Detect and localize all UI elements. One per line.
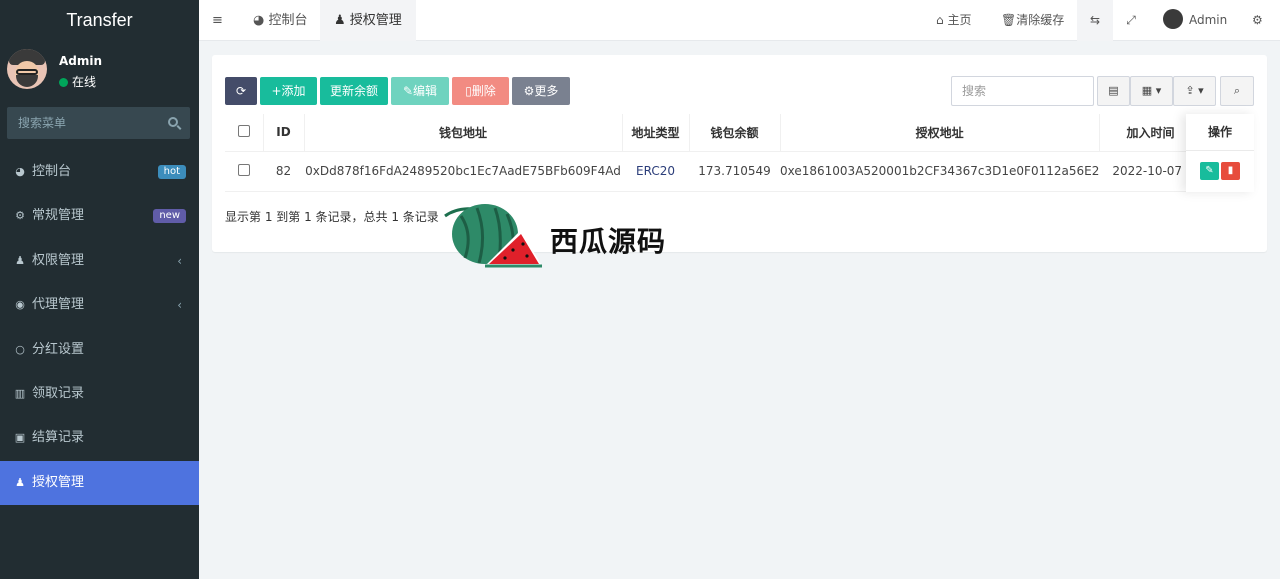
caret-down-icon: ▾ (1198, 84, 1204, 97)
row-edit-button[interactable]: ✎ (1200, 162, 1219, 180)
card-icon: ▣ (14, 431, 26, 445)
users-icon: ♟ (15, 253, 25, 267)
export-dropdown-button[interactable]: ⇪ ▾ (1173, 76, 1216, 106)
sidebar-item-agent[interactable]: ◉ 代理管理 ‹ (0, 283, 199, 327)
row-delete-button[interactable]: ▮ (1221, 162, 1240, 180)
sidebar-item-settlement[interactable]: ▣ 结算记录 (0, 416, 199, 460)
watermark-text: 西瓜源码 (550, 225, 667, 258)
col-auth[interactable]: 授权地址 (779, 114, 1100, 152)
fullscreen-icon[interactable]: ⤢ (1124, 0, 1138, 41)
home-link[interactable]: ⌂ 主页 (936, 0, 971, 41)
table-icon: ▤ (1108, 84, 1119, 97)
trash-icon: 🗑 (1001, 13, 1017, 27)
refresh-icon: ⟳ (235, 84, 247, 98)
cell-wallet: 0xDd878f16FdA2489520bc1Ec7AadE75BFb609F4… (304, 151, 622, 192)
select-all-checkbox[interactable] (237, 124, 250, 137)
row-select-cell (225, 151, 263, 192)
grid-icon: ▦ (1141, 84, 1153, 97)
cell-auth: 0xe1861003A520001b2CF34367c3D1e0F0112a56… (780, 151, 1100, 192)
update-balance-button[interactable]: 更新余额 (320, 77, 388, 105)
col-id[interactable]: ID (262, 114, 304, 152)
new-badge: new (153, 209, 186, 224)
row-checkbox[interactable] (238, 163, 250, 176)
trash-icon: ▮ (1227, 165, 1234, 176)
operations-column: 操作 ✎ ▮ (1186, 114, 1254, 192)
sidebar-item-authorization[interactable]: ♟ 授权管理 (0, 460, 199, 506)
trash-icon: ▯ (465, 84, 472, 98)
admin-avatar (1163, 9, 1183, 29)
top-navbar: ≡ ◕ 控制台 ♟ 授权管理 ⌂ 主页 🗑清除缓存 ⇆ ⤢ Admin ⚙ (199, 0, 1280, 41)
sidebar-search (7, 107, 190, 139)
col-balance[interactable]: 钱包余额 (688, 114, 780, 152)
edit-button[interactable]: ✎编辑 (391, 77, 449, 105)
export-icon: ⇪ (1185, 84, 1195, 97)
pencil-icon: ✎ (1205, 165, 1214, 176)
table-row[interactable]: 82 0xDd878f16FdA2489520bc1Ec7AadE75BFb60… (225, 151, 1202, 192)
search-icon[interactable] (168, 117, 178, 127)
watermelon-logo-icon (444, 204, 542, 268)
bar-chart-icon: ▥ (14, 386, 26, 400)
columns-dropdown-button[interactable]: ▦ ▾ (1130, 76, 1173, 106)
plus-icon: + (271, 84, 282, 98)
sidebar-item-general[interactable]: ⚙ 常规管理 new (0, 194, 199, 238)
select-all-cell (225, 114, 263, 152)
user-name: Admin (59, 54, 103, 68)
more-button[interactable]: ⚙更多 (512, 77, 570, 105)
clear-cache-button[interactable]: 🗑清除缓存 (1001, 0, 1064, 41)
tab-authorization[interactable]: ♟ 授权管理 (320, 0, 416, 41)
settings-gears-icon[interactable]: ⚙ (1252, 0, 1266, 41)
user-circle-icon: ◉ (15, 298, 25, 312)
refresh-button[interactable]: ⟳ (225, 77, 257, 105)
add-button[interactable]: +添加 (260, 77, 317, 105)
toggle-view-button[interactable]: ▤ (1097, 76, 1130, 106)
translate-icon[interactable]: ⇆ (1077, 0, 1113, 41)
col-operations: 操作 (1186, 114, 1254, 151)
advanced-search-button[interactable]: ⌕ (1220, 76, 1254, 106)
hot-badge: hot (157, 165, 186, 179)
user-panel: Admin 在线 (0, 41, 199, 101)
dashboard-icon: ◕ (253, 13, 269, 28)
dashboard-icon: ◕ (15, 165, 25, 178)
table-header-row: ID 钱包地址 地址类型 钱包余额 授权地址 加入时间 (225, 114, 1202, 152)
table-search-input[interactable] (951, 76, 1094, 106)
users-icon: ♟ (334, 13, 350, 28)
sidebar-item-permission[interactable]: ♟ 权限管理 ‹ (0, 239, 199, 283)
user-status: 在线 (59, 73, 96, 90)
admin-menu[interactable]: Admin (1163, 0, 1227, 41)
tab-dashboard[interactable]: ◕ 控制台 (239, 0, 322, 41)
avatar (7, 49, 47, 89)
col-wallet[interactable]: 钱包地址 (303, 114, 622, 152)
gear-icon: ⚙ (523, 84, 535, 98)
caret-down-icon: ▾ (1155, 84, 1162, 97)
home-icon: ⌂ (936, 13, 948, 27)
main-panel: ⟳ +添加 更新余额 ✎编辑 ▯删除 ⚙更多 ▤ ▦ ▾ ⇪ ▾ ⌕ ID 钱包… (212, 55, 1267, 252)
brand-logo[interactable]: Transfer (0, 0, 199, 41)
sidebar-item-claim-records[interactable]: ▥ 领取记录 (0, 372, 199, 416)
online-dot-icon (59, 78, 68, 87)
users-icon: ♟ (15, 475, 25, 489)
cell-type[interactable]: ERC20 (622, 151, 689, 192)
sidebar-search-input[interactable] (7, 107, 157, 139)
sidebar-menu: ◕ 控制台 hot ⚙ 常规管理 new ♟ 权限管理 ‹ ◉ 代理管理 ‹ ○ 分红设置 ▥ 领取… (0, 150, 199, 506)
sidebar: Transfer Admin 在线 ◕控制台hot ⚙常规管理new ♟权限管理… (0, 0, 199, 579)
sidebar-item-dividend[interactable]: ○ 分红设置 (0, 328, 199, 372)
cell-balance: 173.710549 (689, 151, 780, 192)
circle-icon: ○ (15, 342, 25, 356)
cell-id: 82 (263, 151, 304, 192)
cogs-icon: ⚙ (15, 209, 25, 223)
chevron-left-icon: ‹ (177, 253, 182, 268)
pencil-icon: ✎ (402, 84, 414, 98)
sidebar-item-dashboard[interactable]: ◕ 控制台 hot (0, 150, 199, 194)
data-table: ID 钱包地址 地址类型 钱包余额 授权地址 加入时间 82 0xDd878f1… (225, 114, 1202, 192)
col-type[interactable]: 地址类型 (621, 114, 689, 152)
search-icon: ⌕ (1233, 84, 1241, 97)
watermark: 西瓜源码 (443, 200, 713, 272)
pagination-summary: 显示第 1 到第 1 条记录，总共 1 条记录 (225, 210, 439, 224)
menu-toggle-icon[interactable]: ≡ (212, 0, 226, 41)
chevron-left-icon: ‹ (177, 298, 182, 313)
delete-button[interactable]: ▯删除 (452, 77, 509, 105)
